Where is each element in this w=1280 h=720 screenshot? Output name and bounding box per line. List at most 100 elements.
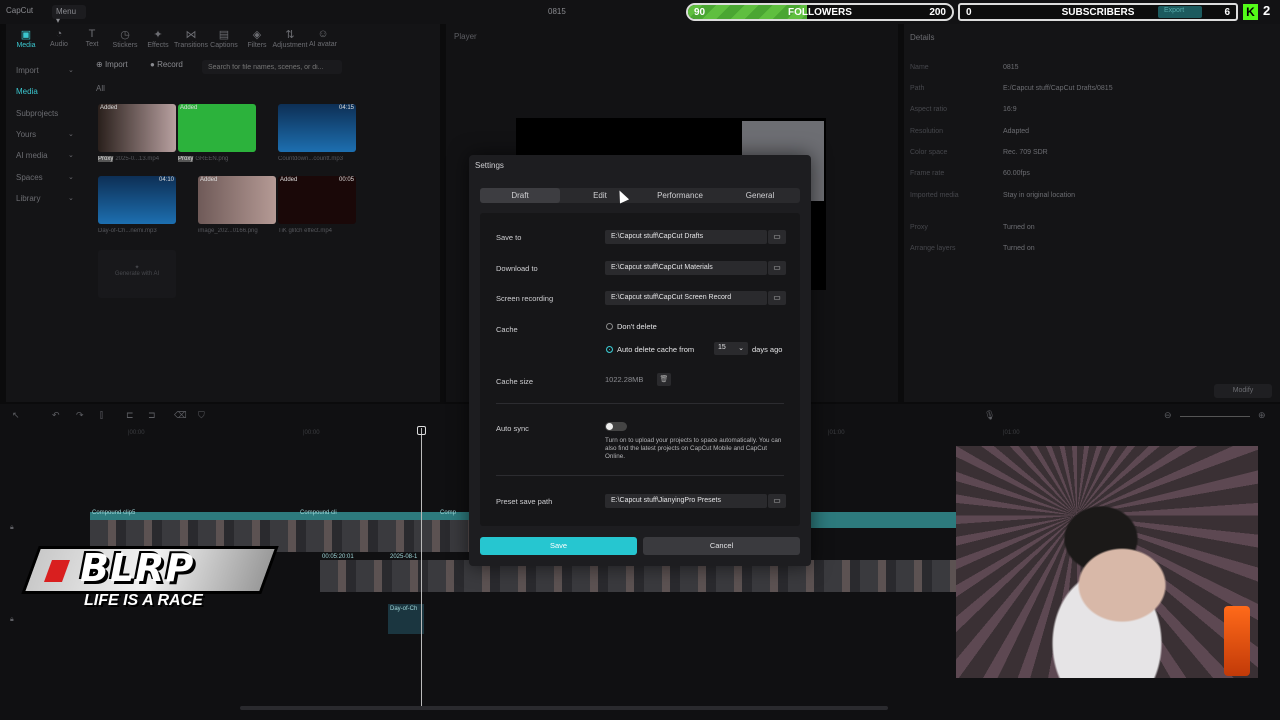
auto-sync-description: Turn on to upload your projects to space…	[605, 437, 782, 460]
compound-clip-track-2[interactable]	[800, 512, 960, 528]
proxy-badge: Proxy	[178, 156, 194, 162]
trash-icon[interactable]: 🗑︎	[657, 373, 671, 386]
detail-label: Path	[910, 85, 925, 92]
preset-save-path-field[interactable]: E:\Capcut stuff\JianyingPro Presets	[605, 494, 767, 508]
filter-all[interactable]: All	[96, 84, 105, 93]
tool-transitions[interactable]: ⋈ Transitions	[173, 28, 209, 49]
details-panel: Details Name 0815 Path E:/Capcut stuff/CapC…	[904, 24, 1280, 402]
filters-icon: ◈	[252, 29, 262, 41]
divider	[496, 403, 784, 404]
save-button[interactable]: Save	[480, 537, 637, 555]
tab-general[interactable]: General	[720, 188, 800, 203]
clip-label: Comp	[440, 510, 457, 516]
detail-value: E:/Capcut stuff/CapCut Drafts/0815	[1003, 85, 1113, 92]
added-badge: Added	[280, 177, 298, 183]
sidebar-item-spaces[interactable]: Spaces ⌄	[16, 173, 74, 182]
export-button[interactable]: Export	[1158, 6, 1202, 18]
playhead-handle[interactable]	[417, 426, 426, 435]
folder-icon[interactable]: ▭	[768, 291, 786, 305]
record-button[interactable]: ● Record	[150, 60, 183, 69]
media-thumbnail[interactable]: Added	[198, 176, 276, 224]
download-to-label: Download to	[496, 264, 538, 273]
audio-icon: ◔	[55, 28, 63, 40]
sidebar-item-library[interactable]: Library ⌄	[16, 194, 74, 203]
sidebar-item-yours[interactable]: Yours ⌄	[16, 130, 74, 139]
select-tool-icon[interactable]: ↖	[12, 410, 20, 421]
radio-dont-delete[interactable]	[606, 323, 613, 330]
folder-icon[interactable]: ▭	[768, 494, 786, 508]
tool-adjustment[interactable]: ⇅ Adjustment	[272, 28, 308, 49]
sidebar-item-ai-media[interactable]: AI media ⌄	[16, 151, 74, 160]
text-icon: T	[88, 28, 96, 40]
player-label: Player	[454, 32, 477, 41]
save-to-field[interactable]: E:\Capcut stuff\CapCut Drafts	[605, 230, 767, 244]
media-filename: Countdown...countt.mp3	[278, 156, 358, 162]
timeline-scrollbar[interactable]	[240, 706, 888, 710]
tab-performance[interactable]: Performance	[640, 188, 720, 203]
tool-effects[interactable]: ✦ Effects	[140, 28, 176, 49]
cancel-button[interactable]: Cancel	[643, 537, 800, 555]
detail-value: Rec. 709 SDR	[1003, 149, 1048, 156]
playhead[interactable]	[421, 428, 422, 708]
media-filename-text: GREEN.png	[195, 156, 229, 162]
tool-filters[interactable]: ◈ Filters	[239, 28, 275, 49]
tool-captions[interactable]: ▤ Captions	[206, 28, 242, 49]
microphone-icon[interactable]: 🎙︎	[984, 410, 995, 421]
zoom-out-icon[interactable]: ⊖	[1164, 410, 1172, 421]
ruler-tick-label: |00:00	[128, 430, 145, 436]
media-thumbnail[interactable]: Added	[98, 104, 176, 152]
tab-draft[interactable]: Draft	[480, 188, 560, 203]
delete-icon[interactable]: ⌫	[174, 410, 187, 421]
zoom-in-icon[interactable]: ⊕	[1258, 410, 1266, 421]
duration-badge: 04:15	[338, 105, 354, 111]
shield-icon[interactable]: ⛉	[198, 410, 205, 421]
detail-value: Turned on	[1003, 224, 1035, 231]
app-logo: CapCut	[6, 6, 34, 15]
sidebar-item-import[interactable]: Import ⌄	[16, 66, 74, 75]
menu-button[interactable]: Menu ▾	[52, 5, 86, 25]
tab-edit[interactable]: Edit	[560, 188, 640, 203]
tool-media[interactable]: ▣ Media	[8, 28, 44, 49]
trim-right-icon[interactable]: ⊐	[148, 410, 156, 421]
download-to-field[interactable]: E:\Capcut stuff\CapCut Materials	[605, 261, 767, 275]
media-thumbnail[interactable]: Added 00:05	[278, 176, 356, 224]
radio-auto-delete[interactable]	[606, 346, 613, 353]
trim-left-icon[interactable]: ⊏	[126, 410, 134, 421]
ruler-tick-label: |01:00	[828, 430, 845, 436]
split-icon[interactable]: ⫿	[100, 410, 103, 421]
days-select[interactable]: 15 ⌄	[714, 342, 748, 355]
media-search-input[interactable]	[202, 60, 342, 74]
generate-with-ai-tile[interactable]: ✦ Generate with AI	[98, 250, 176, 298]
tool-stickers[interactable]: ◷ Stickers	[107, 28, 143, 49]
kick-viewer-count: 2	[1263, 3, 1271, 18]
tool-text[interactable]: T Text	[74, 28, 110, 48]
sidebar-item-media[interactable]: Media	[16, 87, 38, 96]
undo-icon[interactable]: ↶	[52, 410, 60, 421]
media-icon: ▣	[20, 29, 32, 41]
media-thumbnail[interactable]: 04:10	[98, 176, 176, 224]
media-thumbnail[interactable]: 04:15	[278, 104, 356, 152]
modify-button[interactable]: Modify	[1214, 384, 1272, 398]
import-label: Import	[104, 60, 128, 69]
sidebar-item-subprojects[interactable]: Subprojects	[16, 109, 58, 118]
duration-badge: 04:10	[158, 177, 174, 183]
tool-audio[interactable]: ◔ Audio	[41, 28, 77, 48]
redo-icon[interactable]: ↷	[76, 410, 84, 421]
screen-recording-field[interactable]: E:\Capcut stuff\CapCut Screen Record	[605, 291, 767, 305]
clip-label: 00:05:20:01	[322, 554, 354, 560]
detail-label: Aspect ratio	[910, 106, 947, 113]
detail-value: 0815	[1003, 64, 1019, 71]
cache-label: Cache	[496, 325, 518, 334]
folder-icon[interactable]: ▭	[768, 230, 786, 244]
media-filename: Proxy 2025-0...13.mp4	[98, 156, 178, 162]
save-to-label: Save to	[496, 233, 522, 242]
media-thumbnail[interactable]: Added	[178, 104, 256, 152]
import-button[interactable]: ⊕ Import	[96, 60, 128, 69]
media-filename-text: Countdown...countt.mp3	[278, 156, 344, 162]
tool-label: Adjustment	[272, 42, 308, 49]
tool-ai-avatar[interactable]: ☺ AI avatar	[305, 28, 341, 48]
settings-tabs: Draft Edit Performance General	[480, 188, 800, 203]
auto-sync-toggle[interactable]	[605, 422, 627, 431]
folder-icon[interactable]: ▭	[768, 261, 786, 275]
zoom-slider[interactable]	[1180, 416, 1250, 417]
